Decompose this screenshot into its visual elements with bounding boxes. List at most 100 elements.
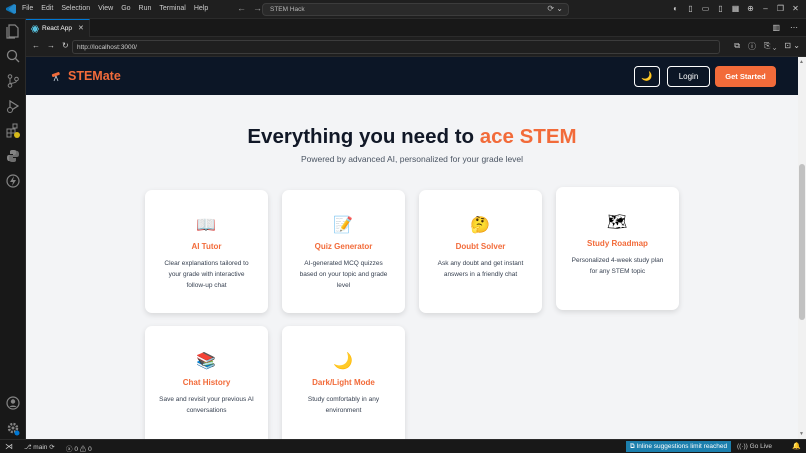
customize-layout-icon[interactable]: ▦ (731, 4, 740, 13)
branch-icon: ⎇ (24, 444, 34, 451)
run-debug-icon[interactable] (5, 98, 21, 114)
minimize-icon[interactable]: – (761, 4, 770, 13)
feature-title: Chat History (182, 378, 231, 387)
explorer-icon[interactable] (5, 23, 21, 39)
feature-card-doubt-solver[interactable]: 🤔 Doubt Solver Ask any doubt and get ins… (419, 190, 542, 313)
forward-arrow-icon[interactable]: → (253, 3, 262, 13)
toggle-secondary-sidebar-icon[interactable]: ▯ (716, 4, 725, 13)
close-window-icon[interactable]: ✕ (791, 4, 800, 13)
feature-title: Dark/Light Mode (312, 378, 375, 387)
feature-title: Doubt Solver (455, 242, 506, 251)
menu-terminal[interactable]: Terminal (159, 5, 185, 12)
title-bar: File Edit Selection View Go Run Terminal… (0, 0, 806, 19)
info-icon[interactable]: ⓘ (748, 41, 756, 52)
source-control-icon[interactable] (5, 73, 21, 89)
crescent-moon-icon: 🌙 (333, 353, 353, 370)
feature-card-chat-history[interactable]: 📚 Chat History Save and revisit your pre… (145, 326, 268, 439)
command-center[interactable]: STEM Hack ⟳ ⌄ (262, 3, 569, 16)
get-started-button[interactable]: Get Started (715, 66, 776, 87)
back-arrow-icon[interactable]: ← (237, 3, 246, 13)
manage-gear-icon[interactable] (5, 420, 21, 436)
toggle-panel-icon[interactable]: ▭ (701, 4, 710, 13)
feature-card-study-roadmap[interactable]: 🗺 Study Roadmap Personalized 4-week stud… (556, 187, 679, 310)
brand-logo[interactable]: STEMate (68, 69, 121, 83)
restore-icon[interactable]: ❐ (776, 4, 785, 13)
git-branch[interactable]: ⎇ main ⟳ (24, 443, 55, 451)
web-page: STEMate 🌙 Login Get Started Everything y… (26, 57, 798, 439)
feature-title: Study Roadmap (587, 239, 648, 248)
globe-icon[interactable]: ⊕ (746, 4, 755, 13)
feature-description: Ask any doubt and get instant answers in… (437, 260, 524, 278)
hero-subtitle: Powered by advanced AI, personalized for… (300, 154, 524, 164)
page-scrollbar[interactable]: ▲ ▼ (798, 57, 806, 439)
lightning-icon[interactable] (5, 173, 21, 189)
more-actions-icon[interactable]: ⋯ (790, 23, 798, 32)
go-live-label: Go Live (749, 443, 773, 450)
copilot-icon[interactable]: ⟳ ⌄ (547, 4, 563, 13)
accounts-icon[interactable]: ◐ (671, 4, 680, 13)
hero-title-accent: ace STEM (479, 125, 577, 148)
close-icon[interactable]: ✕ (78, 24, 84, 32)
book-icon: 📖 (196, 217, 216, 234)
feature-description: AI-generated MCQ quizzes based on your t… (299, 260, 388, 289)
feature-title: AI Tutor (191, 242, 222, 251)
memo-icon: 📝 (333, 217, 353, 234)
feature-card-quiz-generator[interactable]: 📝 Quiz Generator AI-generated MCQ quizze… (282, 190, 405, 313)
theme-toggle-button[interactable]: 🌙 (634, 66, 660, 87)
login-button[interactable]: Login (667, 66, 710, 87)
url-input[interactable]: http://localhost:3000/ (72, 40, 720, 54)
tab-label: React App (42, 25, 72, 32)
scrollbar-thumb[interactable] (799, 164, 805, 320)
activity-bar (0, 19, 26, 439)
status-bar: ⋊ ⎇ main ⟳ ⓧ 0 ⚠ 0 ⧉ Inline suggestions … (0, 439, 806, 453)
menu-view[interactable]: View (98, 5, 113, 12)
title-bar-controls: ◐ ▯ ▭ ▯ ▦ ⊕ – ❐ ✕ (671, 4, 800, 13)
reload-icon[interactable]: ↻ (62, 41, 69, 50)
warning-icon: ⚠ (79, 446, 87, 453)
react-icon (31, 25, 39, 33)
python-icon[interactable] (5, 148, 21, 164)
extensions-icon[interactable] (5, 123, 21, 139)
toggle-sidebar-icon[interactable]: ▯ (686, 4, 695, 13)
feature-description: Save and revisit your previous AI conver… (159, 396, 254, 414)
menu-selection[interactable]: Selection (61, 5, 90, 12)
feature-description: Study comfortably in any environment (307, 396, 380, 414)
window-icon[interactable]: ⊡ ⌄ (784, 41, 800, 52)
feature-card-dark-light-mode[interactable]: 🌙 Dark/Light Mode Study comfortably in a… (282, 326, 405, 439)
scroll-down-icon[interactable]: ▼ (799, 431, 804, 437)
inline-suggestions-label: Inline suggestions limit reached (636, 443, 728, 450)
books-icon: 📚 (196, 353, 216, 370)
thinking-face-icon: 🤔 (470, 217, 490, 234)
command-center-label: STEM Hack (270, 6, 305, 13)
broadcast-icon: ((·)) (737, 443, 750, 450)
telescope-icon (51, 72, 60, 82)
feature-description: Clear explanations tailored to your grad… (164, 260, 249, 289)
editor-actions: ▥ ⋯ (772, 23, 798, 32)
browser-forward-icon[interactable]: → (47, 41, 55, 50)
account-icon[interactable] (5, 395, 21, 411)
menu-edit[interactable]: Edit (41, 5, 53, 12)
remote-icon[interactable]: ⋊ (5, 442, 13, 451)
go-live-button[interactable]: ((·)) Go Live (737, 443, 772, 450)
split-editor-icon[interactable]: ▥ (772, 23, 780, 32)
notifications-bell-icon[interactable]: 🔔 (792, 442, 801, 450)
browser-back-icon[interactable]: ← (32, 41, 40, 50)
problems-indicator[interactable]: ⓧ 0 ⚠ 0 (66, 443, 92, 453)
inline-suggestions-status[interactable]: ⧉ Inline suggestions limit reached (626, 441, 732, 452)
menu-go[interactable]: Go (121, 5, 130, 12)
menu-run[interactable]: Run (139, 5, 152, 12)
site-header: STEMate 🌙 Login Get Started (26, 57, 798, 95)
search-icon[interactable] (5, 48, 21, 64)
sync-icon: ⟳ (49, 444, 55, 451)
error-count: 0 (74, 446, 78, 453)
menu-bar: File Edit Selection View Go Run Terminal… (22, 5, 216, 12)
feature-card-ai-tutor[interactable]: 📖 AI Tutor Clear explanations tailored t… (145, 190, 268, 313)
simple-browser-toolbar: ← → ↻ http://localhost:3000/ ⧉ ⓘ ⎘ ⌄ ⊡ ⌄ (26, 37, 806, 57)
scroll-up-icon[interactable]: ▲ (799, 59, 804, 65)
menu-file[interactable]: File (22, 5, 33, 12)
menu-help[interactable]: Help (194, 5, 208, 12)
tab-react-app[interactable]: React App ✕ (26, 19, 90, 37)
open-external-icon[interactable]: ⎘ ⌄ (764, 41, 776, 52)
browser-actions: ⧉ ⓘ ⎘ ⌄ ⊡ ⌄ (734, 41, 800, 52)
screencast-icon[interactable]: ⧉ (734, 41, 740, 52)
